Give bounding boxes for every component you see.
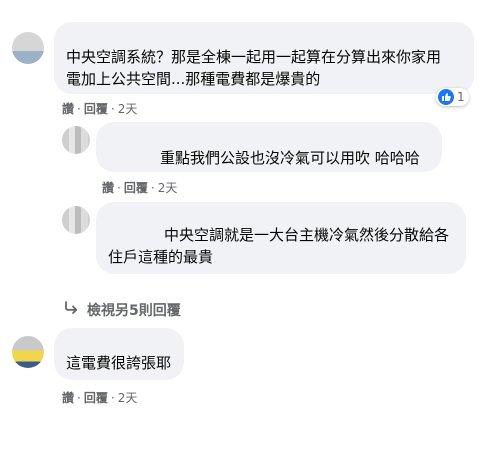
comment-bubble: 中央空調系統？那是全棟一起用一起算在分算出來你家用 電加上公共空間...那種電費… — [54, 22, 474, 94]
reaction-count-text: 1 — [457, 90, 465, 104]
reply-button[interactable]: 回覆 — [84, 102, 108, 116]
avatar[interactable] — [12, 32, 44, 64]
comment-text-line: 電加上公共空間...那種電費都是爆貴的 — [66, 70, 321, 88]
like-button[interactable]: 讚 — [102, 181, 114, 195]
timestamp[interactable]: 2天 — [118, 102, 138, 116]
timestamp[interactable]: 2天 — [118, 391, 138, 405]
avatar[interactable] — [62, 126, 90, 154]
view-more-replies-link[interactable]: 檢視另5則回覆 — [64, 300, 181, 320]
reply-arrow-icon — [64, 301, 80, 319]
comment-text-line: 重點我們公設也沒冷氣可以用吹 哈哈哈 — [160, 149, 420, 167]
reply-button[interactable]: 回覆 — [124, 181, 148, 195]
comment-text-line: 中央空調就是一大台主機冷氣然後分散給各 — [164, 226, 450, 244]
comment-bubble: 重點我們公設也沒冷氣可以用吹 哈哈哈 — [96, 122, 442, 172]
comment-text-line: 中央空調系統？那是全棟一起用一起算在分算出來你家用 — [66, 48, 442, 66]
comment-bubble: 這電費很誇張耶 — [54, 328, 184, 380]
like-button[interactable]: 讚 — [62, 102, 74, 116]
comment-text-line: 這電費很誇張耶 — [66, 354, 172, 372]
timestamp[interactable]: 2天 — [158, 181, 178, 195]
comment-actions: 讚 · 回覆 · 2天 — [102, 181, 178, 195]
comment-actions: 讚 · 回覆 · 2天 — [62, 102, 138, 116]
view-more-replies-label: 檢視另5則回覆 — [87, 303, 181, 319]
reply-button[interactable]: 回覆 — [84, 391, 108, 405]
avatar[interactable] — [62, 206, 90, 234]
comment-actions: 讚 · 回覆 · 2天 — [62, 391, 138, 405]
like-button[interactable]: 讚 — [62, 391, 74, 405]
comment-text-line: 住戶這種的最貴 — [108, 248, 214, 266]
reaction-count[interactable]: 1 — [436, 88, 469, 106]
like-icon — [438, 89, 454, 105]
comment-bubble: 中央空調就是一大台主機冷氣然後分散給各 住戶這種的最貴 — [96, 202, 466, 274]
avatar[interactable] — [12, 336, 44, 368]
